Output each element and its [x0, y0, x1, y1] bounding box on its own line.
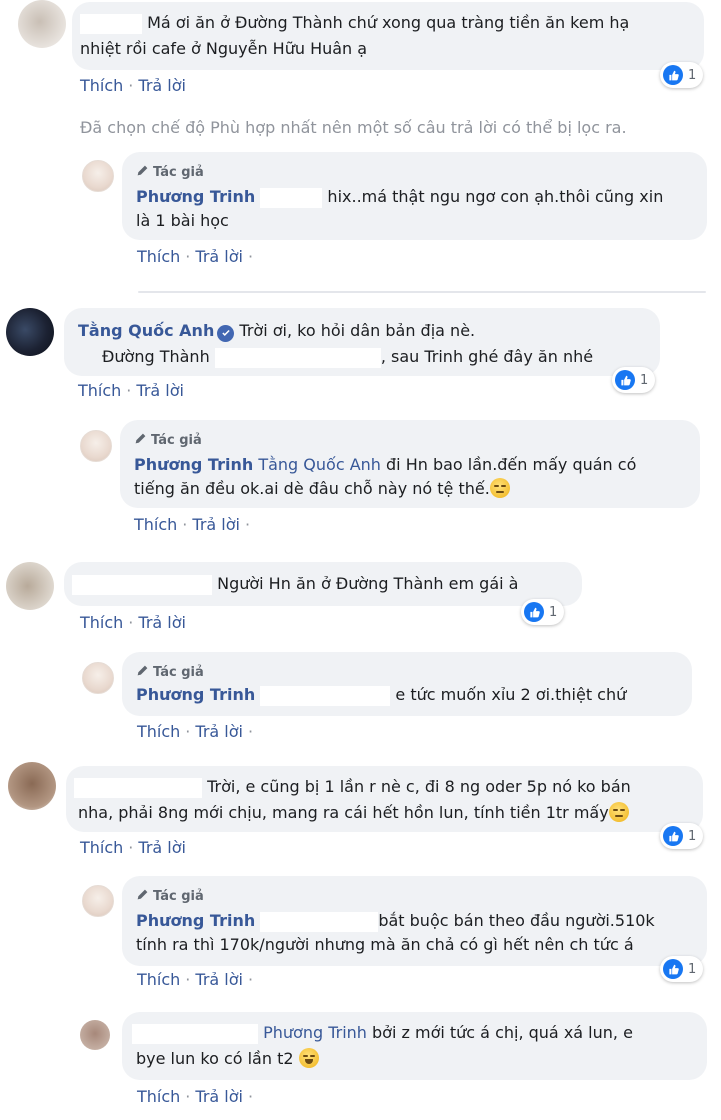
avatar[interactable]: [8, 762, 56, 810]
like-button[interactable]: Thích: [137, 722, 180, 741]
reply-bubble: Tác giả Phương Trinh bắt buộc bán theo đ…: [122, 876, 707, 966]
redacted-name: [80, 13, 142, 34]
reply-button[interactable]: Trả lời: [138, 613, 186, 632]
comment-text: tiếng ăn đều ok.ai dè đâu chỗ này nó tệ …: [134, 479, 490, 498]
reaction-count[interactable]: 1: [660, 823, 704, 849]
comment-text: Trời ơi, ko hỏi dân bản địa nè.: [239, 321, 476, 340]
comment-text: , sau Trinh ghé đây ăn nhé: [380, 347, 594, 366]
comment-text: bởi z mới tức á chị, quá xá lun, e: [372, 1023, 633, 1042]
like-button[interactable]: Thích: [137, 1087, 180, 1106]
like-reaction-icon: [663, 959, 683, 979]
comment-text: nha, phải 8ng mới chịu, mang ra cái hết …: [78, 803, 609, 822]
redacted-name: [72, 574, 212, 595]
pencil-icon: [137, 889, 148, 900]
like-button[interactable]: Thích: [78, 381, 121, 400]
comment-text: bắt buộc bán theo đầu người.510k: [378, 911, 655, 930]
mention-link[interactable]: Phương Trinh: [263, 1023, 367, 1042]
comment-bubble: Tằng Quốc Anh Trời ơi, ko hỏi dân bản đị…: [64, 308, 660, 376]
author-badge: Tác giả: [153, 165, 204, 180]
avatar[interactable]: [82, 885, 114, 917]
pencil-icon: [135, 433, 146, 444]
comment-text: tính ra thì 170k/người nhưng mà ăn chả c…: [136, 935, 634, 954]
reaction-count[interactable]: 1: [521, 599, 565, 625]
like-reaction-icon: [615, 370, 635, 390]
like-button[interactable]: Thích: [80, 76, 123, 95]
redacted-name: [74, 777, 202, 798]
avatar[interactable]: [18, 0, 66, 48]
like-button[interactable]: Thích: [80, 838, 123, 857]
comment-bubble: Má ơi ăn ở Đường Thành chứ xong qua tràn…: [72, 2, 704, 70]
comment-text: e tức muốn xỉu 2 ơi.thiệt chứ: [395, 685, 627, 704]
reply-button[interactable]: Trả lời: [192, 515, 240, 534]
comment-text: là 1 bài học: [136, 211, 229, 230]
comment-bubble: Người Hn ăn ở Đường Thành em gái à: [64, 562, 582, 606]
redacted-name: [260, 911, 379, 932]
author-badge: Tác giả: [153, 889, 204, 904]
redacted-text: [214, 347, 381, 368]
comment-text: Má ơi ăn ở Đường Thành chứ xong qua tràn…: [147, 13, 630, 32]
avatar[interactable]: [80, 1020, 110, 1050]
verified-badge-icon: [217, 324, 235, 342]
filter-notice: Đã chọn chế độ Phù hợp nhất nên một số c…: [80, 118, 627, 137]
reply-button[interactable]: Trả lời: [195, 722, 243, 741]
comment-text: nhiệt rồi cafe ở Nguyễn Hữu Huân ạ: [80, 39, 368, 58]
author-badge: Tác giả: [153, 665, 204, 680]
divider: [138, 291, 706, 293]
like-reaction-icon: [663, 826, 683, 846]
avatar[interactable]: [82, 160, 114, 192]
like-button[interactable]: Thích: [134, 515, 177, 534]
avatar[interactable]: [6, 308, 54, 356]
reply-button[interactable]: Trả lời: [195, 247, 243, 266]
pencil-icon: [137, 165, 148, 176]
reply-bubble: Tác giả Phương Trinh hix..má thật ngu ng…: [122, 152, 707, 240]
author-badge: Tác giả: [151, 433, 202, 448]
like-button[interactable]: Thích: [137, 970, 180, 989]
reply-bubble: Phương Trinh bởi z mới tức á chị, quá xá…: [122, 1012, 707, 1080]
reply-button[interactable]: Trả lời: [138, 76, 186, 95]
reply-bubble: Tác giả Phương Trinh Tằng Quốc Anh đi Hn…: [120, 420, 700, 508]
avatar[interactable]: [82, 662, 114, 694]
commenter-name[interactable]: Phương Trinh: [134, 455, 253, 474]
like-button[interactable]: Thích: [137, 247, 180, 266]
unamused-emoji-icon: [608, 802, 629, 822]
mention-link[interactable]: Tằng Quốc Anh: [258, 455, 381, 474]
commenter-name[interactable]: Phương Trinh: [136, 911, 255, 930]
comment-text: hix..má thật ngu ngơ con ạh.thôi cũng xi…: [327, 187, 664, 206]
reply-button[interactable]: Trả lời: [195, 970, 243, 989]
reply-button[interactable]: Trả lời: [138, 838, 186, 857]
like-button[interactable]: Thích: [80, 613, 123, 632]
reply-button[interactable]: Trả lời: [195, 1087, 243, 1106]
reaction-count[interactable]: 1: [660, 62, 704, 88]
commenter-name[interactable]: Phương Trinh: [136, 685, 255, 704]
grinning-emoji-icon: [298, 1048, 319, 1068]
redacted-name: [132, 1023, 258, 1044]
comment-text: Đường Thành: [102, 347, 210, 366]
comment-text: đi Hn bao lần.đến mấy quán có: [386, 455, 637, 474]
pencil-icon: [137, 665, 148, 676]
commenter-name[interactable]: Phương Trinh: [136, 187, 255, 206]
avatar[interactable]: [80, 430, 112, 462]
reply-bubble: Tác giả Phương Trinh e tức muốn xỉu 2 ơi…: [122, 652, 692, 716]
like-reaction-icon: [663, 65, 683, 85]
comment-bubble: Trời, e cũng bị 1 lần r nè c, đi 8 ng od…: [66, 766, 703, 832]
reply-button[interactable]: Trả lời: [136, 381, 184, 400]
comment-text: bye lun ko có lần t2: [136, 1049, 294, 1068]
disappointed-emoji-icon: [489, 478, 510, 498]
reaction-count[interactable]: 1: [660, 956, 704, 982]
redacted-name: [260, 187, 323, 208]
comment-text: Trời, e cũng bị 1 lần r nè c, đi 8 ng od…: [207, 777, 631, 796]
comment-text: Người Hn ăn ở Đường Thành em gái à: [217, 574, 519, 593]
commenter-name[interactable]: Tằng Quốc Anh: [78, 321, 214, 340]
redacted-name: [260, 685, 391, 706]
avatar[interactable]: [6, 562, 54, 610]
like-reaction-icon: [524, 602, 544, 622]
reaction-count[interactable]: 1: [612, 367, 656, 393]
